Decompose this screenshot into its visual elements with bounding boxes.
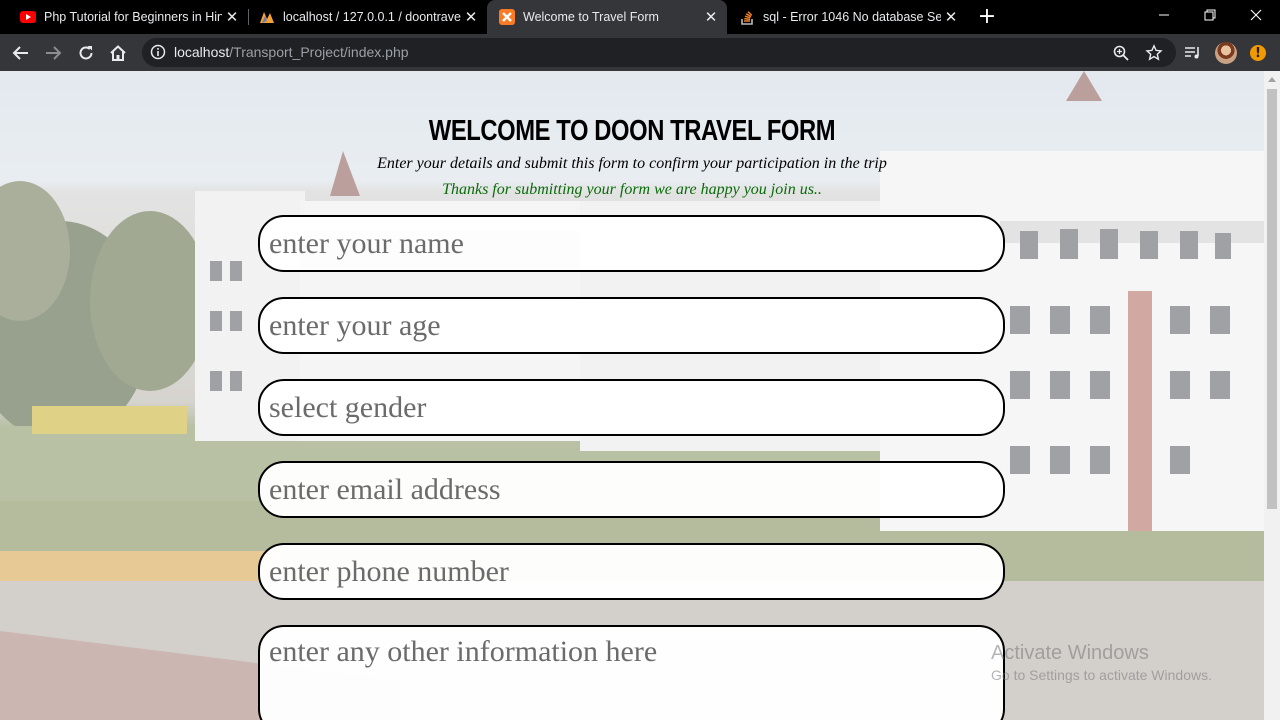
tab-travel-form[interactable]: Welcome to Travel Form ✕ (487, 0, 727, 34)
close-tab-icon[interactable]: ✕ (941, 8, 961, 26)
tab-strip: Php Tutorial for Beginners in Hin ✕ loca… (0, 0, 1280, 34)
url-host: localhost (174, 44, 230, 60)
new-tab-button[interactable]: + (976, 6, 998, 28)
reload-button[interactable] (73, 40, 99, 66)
page-viewport: WELCOME TO DOON TRAVEL FORM Enter your d… (0, 71, 1264, 720)
tab-phpmyadmin[interactable]: localhost / 127.0.0.1 / doontravel ✕ (247, 0, 487, 34)
back-button[interactable] (8, 40, 34, 66)
stackoverflow-icon (739, 9, 755, 25)
submission-thanks-message: Thanks for submitting your form we are h… (442, 181, 822, 198)
phpmyadmin-icon (259, 9, 275, 25)
xampp-icon (499, 9, 515, 25)
phone-field (258, 543, 1005, 600)
watermark-title: Activate Windows (991, 642, 1149, 664)
gender-input[interactable] (260, 381, 1003, 434)
back-arrow-icon (12, 46, 28, 60)
gender-field (258, 379, 1005, 436)
vertical-scrollbar[interactable] (1264, 71, 1280, 720)
page-subtitle: Enter your details and submit this form … (377, 155, 887, 172)
other-info-field (258, 625, 1005, 720)
email-field (258, 461, 1005, 518)
scroll-up-icon[interactable] (1268, 77, 1276, 82)
reload-icon (79, 46, 93, 60)
close-tab-icon[interactable]: ✕ (222, 8, 242, 26)
zoom-icon[interactable] (1112, 44, 1130, 62)
close-tab-icon[interactable]: ✕ (461, 8, 481, 26)
scrollbar-thumb[interactable] (1267, 89, 1277, 509)
email-input[interactable] (260, 463, 1003, 516)
bookmark-star-icon[interactable] (1145, 44, 1163, 62)
tab-php-tutorial[interactable]: Php Tutorial for Beginners in Hin ✕ (8, 0, 248, 34)
watermark-subtitle: Go to Settings to activate Windows. (991, 667, 1212, 683)
close-window-button[interactable] (1233, 0, 1279, 30)
profile-avatar[interactable] (1215, 42, 1237, 64)
media-playlist-icon[interactable] (1182, 42, 1204, 64)
browser-toolbar: localhost/Transport_Project/index.php ! (0, 34, 1280, 71)
restore-button[interactable] (1187, 0, 1233, 30)
tab-title: sql - Error 1046 No database Sele (763, 10, 941, 24)
forward-arrow-icon (46, 46, 62, 60)
home-icon (110, 45, 126, 61)
tab-title: localhost / 127.0.0.1 / doontravel (283, 10, 461, 24)
address-bar[interactable]: localhost/Transport_Project/index.php (142, 38, 1176, 67)
tab-title: Php Tutorial for Beginners in Hin (44, 10, 222, 24)
age-field (258, 297, 1005, 354)
url-path: /Transport_Project/index.php (229, 44, 409, 60)
youtube-icon (20, 9, 36, 25)
url-text[interactable]: localhost/Transport_Project/index.php (174, 44, 409, 60)
tab-stackoverflow[interactable]: sql - Error 1046 No database Sele ✕ (727, 0, 967, 34)
phone-input[interactable] (260, 545, 1003, 598)
age-input[interactable] (260, 299, 1003, 352)
forward-button[interactable] (40, 40, 66, 66)
minimize-button[interactable] (1141, 0, 1187, 30)
update-badge[interactable]: ! (1250, 45, 1266, 61)
other-info-textarea[interactable] (260, 627, 1003, 720)
close-tab-icon[interactable]: ✕ (701, 8, 721, 26)
tab-title: Welcome to Travel Form (523, 10, 659, 24)
home-button[interactable] (105, 40, 131, 66)
info-icon[interactable] (150, 44, 166, 60)
page-title: WELCOME TO DOON TRAVEL FORM (428, 115, 836, 147)
activate-windows-watermark: Activate Windows Go to Settings to activ… (991, 642, 1212, 683)
name-field (258, 215, 1005, 272)
name-input[interactable] (260, 217, 1003, 270)
